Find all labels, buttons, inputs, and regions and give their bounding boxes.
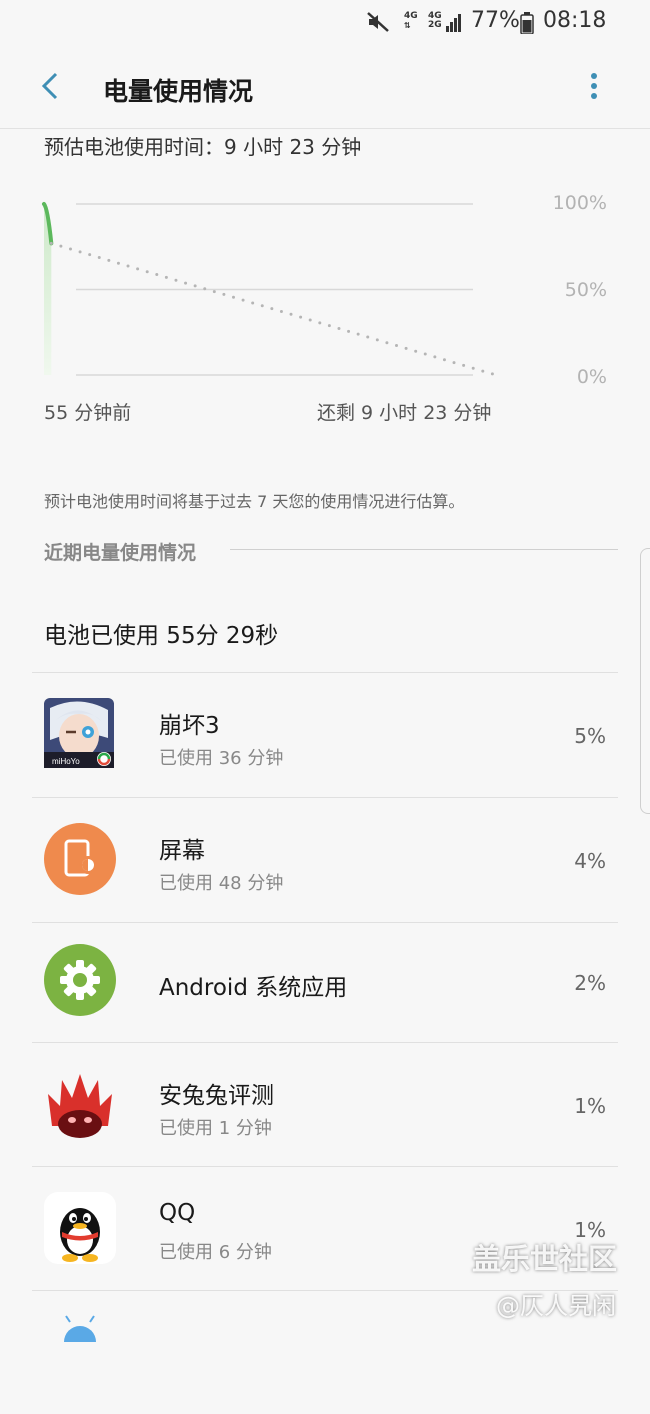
battery-line-projected [49, 241, 498, 377]
x-label-end: 还剩 9 小时 23 分钟 [317, 402, 492, 424]
antutu-icon [48, 1074, 112, 1138]
back-arrow-icon[interactable] [34, 68, 66, 104]
app-usage-time: 已使用 6 分钟 [159, 1242, 272, 1263]
app-name: 安兔兔评测 [159, 1083, 274, 1109]
app-row-android-system[interactable]: Android 系统应用 2% [0, 922, 650, 1046]
status-bar: 4G ⇅ 4G 2G 77% 08:18 [0, 0, 650, 46]
app-row-honkai[interactable]: miHoYo 崩坏3 已使用 36 分钟 5% [0, 672, 650, 796]
divider [32, 672, 618, 673]
app-usage-time: 已使用 36 分钟 [159, 748, 284, 769]
app-name: Android 系统应用 [159, 975, 348, 1001]
y-label-0: 0% [576, 366, 607, 388]
app-battery-percent: 1% [574, 1094, 606, 1118]
app-bar: 电量使用情况 [0, 46, 650, 129]
honkai-impact-icon: miHoYo [44, 698, 114, 768]
app-name: QQ [159, 1200, 196, 1226]
battery-used-summary: 电池已使用 55分 29秒 [44, 623, 279, 649]
network-4g-2g-indicator: 4G 2G [428, 11, 442, 30]
android-robot-icon [64, 1315, 96, 1342]
app-usage-time: 已使用 48 分钟 [159, 873, 284, 894]
divider [32, 1166, 618, 1167]
qq-icon [44, 1192, 116, 1264]
x-label-start: 55 分钟前 [44, 402, 132, 424]
divider [32, 797, 618, 798]
watermark-community: 盖乐世社区 [472, 1242, 618, 1276]
screen-icon [44, 823, 116, 895]
section-divider [230, 549, 618, 550]
app-battery-percent: 5% [574, 724, 606, 748]
app-name: 屏幕 [159, 838, 205, 864]
section-title: 近期电量使用情况 [44, 542, 197, 564]
estimate-note: 预计电池使用时间将基于过去 7 天您的使用情况进行估算。 [44, 492, 465, 511]
page-title: 电量使用情况 [103, 77, 254, 106]
app-battery-percent: 2% [574, 971, 606, 995]
app-row-screen[interactable]: 屏幕 已使用 48 分钟 4% [0, 797, 650, 921]
mute-icon [367, 12, 389, 32]
app-battery-percent: 4% [574, 849, 606, 873]
watermark-author: @仄人旯闲 [496, 1292, 616, 1320]
app-row-antutu[interactable]: 安兔兔评测 已使用 1 分钟 1% [0, 1042, 650, 1166]
divider [32, 1042, 618, 1043]
app-name: 崩坏3 [159, 713, 220, 739]
android-system-icon [44, 944, 116, 1016]
clock: 08:18 [543, 8, 607, 33]
more-options-icon[interactable] [580, 68, 608, 104]
battery-time-estimate: 预估电池使用时间：9 小时 23 分钟 [44, 135, 362, 159]
app-usage-time: 已使用 1 分钟 [159, 1118, 272, 1139]
battery-percent: 77% [471, 8, 520, 33]
divider [32, 922, 618, 923]
y-label-100: 100% [552, 192, 607, 214]
y-label-50: 50% [564, 279, 607, 301]
svg-text:miHoYo: miHoYo [52, 757, 80, 766]
chart-grid [76, 203, 473, 376]
network-4g-indicator: 4G ⇅ [404, 11, 418, 31]
battery-icon [520, 12, 534, 34]
signal-icon [446, 14, 461, 32]
